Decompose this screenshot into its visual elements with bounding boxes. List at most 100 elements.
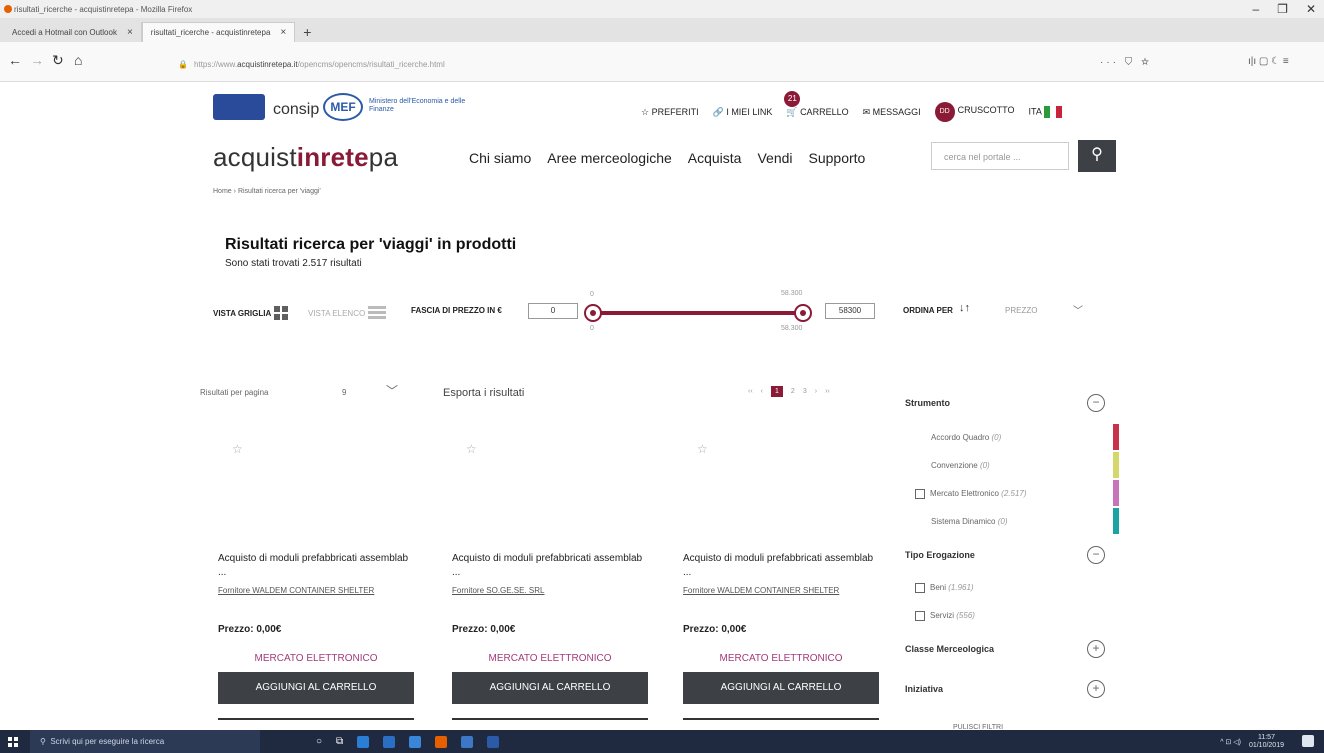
filter-servizi[interactable]: Servizi (556) — [915, 611, 975, 621]
minimize-icon[interactable]: – — [1252, 2, 1259, 16]
taskbar-search[interactable]: ⚲ Scrivi qui per eseguire la ricerca — [30, 730, 260, 753]
sort-icon[interactable]: ↓↑ — [959, 302, 970, 314]
rpp-select[interactable]: 9 — [342, 388, 346, 397]
imiei-link[interactable]: 🔗 I MIEI LINK — [713, 107, 773, 118]
close-tab-icon[interactable]: × — [127, 27, 133, 38]
tray-icons[interactable]: ^ ⊡ ◁) — [1220, 738, 1241, 746]
vista-griglia-button[interactable]: VISTA GRIGLIA — [213, 306, 289, 320]
favorite-star-icon[interactable]: ☆ — [232, 442, 243, 456]
filter-mercato-elettronico[interactable]: Mercato Elettronico (2.517) — [915, 489, 1027, 499]
nav-supporto[interactable]: Supporto — [809, 150, 866, 166]
top-header: consip MEF Ministero dell'Economia e del… — [213, 90, 1123, 124]
pager-first[interactable]: ‹‹ — [748, 388, 753, 395]
cortana-icon[interactable]: ○ — [316, 736, 322, 747]
filter-convenzione[interactable]: Convenzione (0) — [931, 461, 990, 470]
order-select[interactable]: PREZZO — [1005, 306, 1037, 315]
edge-icon[interactable] — [357, 735, 370, 748]
back-icon[interactable]: ← — [8, 52, 22, 68]
pager-prev[interactable]: ‹ — [761, 388, 763, 395]
filter-accordo-quadro[interactable]: Accordo Quadro (0) — [931, 433, 1001, 442]
tipo-toggle[interactable]: − — [1087, 546, 1105, 564]
strumento-toggle[interactable]: − — [1087, 394, 1105, 412]
nav-acquista[interactable]: Acquista — [688, 150, 742, 166]
classe-toggle[interactable]: + — [1087, 640, 1105, 658]
vista-elenco-button[interactable]: VISTA ELENCO — [308, 306, 387, 320]
cruscotto-link[interactable]: DD CRUSCOTTO — [934, 102, 1014, 122]
explorer-icon[interactable] — [383, 735, 396, 748]
add-to-cart-button[interactable]: AGGIUNGI AL CARRELLO — [452, 672, 648, 704]
color-bar — [1113, 480, 1119, 506]
close-tab-icon[interactable]: × — [280, 27, 286, 38]
filter-sistema-dinamico[interactable]: Sistema Dinamico (0) — [931, 517, 1007, 526]
nav-vendi[interactable]: Vendi — [757, 150, 792, 166]
pager: ‹‹ ‹ 1 2 3 › ›› — [748, 386, 830, 397]
price-slider[interactable]: 0 58.300 0 58.300 — [584, 290, 812, 332]
clock[interactable]: 11:57 01/10/2019 — [1249, 734, 1284, 750]
price-max-input[interactable]: 58300 — [825, 303, 875, 319]
add-to-cart-button[interactable]: AGGIUNGI AL CARRELLO — [218, 672, 414, 704]
tab-hotmail[interactable]: Accedi a Hotmail con Outlook × — [4, 22, 142, 42]
task-view-icon[interactable]: ⧉ — [336, 736, 343, 747]
brand-logo[interactable]: acquistinretepa — [213, 142, 398, 173]
product-title[interactable]: Acquisto di moduli prefabbricati assembl… — [452, 552, 648, 580]
maximize-icon[interactable]: ❐ — [1277, 2, 1288, 16]
url-bar[interactable]: 🔒 https://www.acquistinretepa.it/opencms… — [178, 54, 1188, 74]
tab-risultati[interactable]: risultati_ricerche - acquistinretepa × — [141, 22, 296, 42]
pagination-row: Risultati per pagina 9 ﹀ Esporta i risul… — [200, 382, 890, 402]
language-selector[interactable]: ITA — [1028, 106, 1062, 118]
carrello-link[interactable]: 21 🛒 CARRELLO — [784, 90, 849, 118]
iniziativa-heading: Iniziativa — [905, 684, 944, 694]
mef-logo[interactable]: MEF — [323, 93, 363, 121]
breadcrumb-home[interactable]: Home — [213, 188, 232, 195]
mef-subtitle: Ministero dell'Economia e delle Finanze — [369, 98, 466, 113]
messaggi-link[interactable]: ✉ MESSAGGI — [863, 107, 921, 118]
toolbar-icons[interactable]: ı|ı ▢ ☾ ≡ — [1248, 56, 1289, 67]
preferiti-link[interactable]: ☆ PREFERITI — [641, 107, 699, 118]
mail-icon[interactable] — [461, 735, 474, 748]
search-button[interactable]: ⚲ — [1078, 140, 1116, 172]
product-title[interactable]: Acquisto di moduli prefabbricati assembl… — [218, 552, 414, 580]
slider-min-handle[interactable] — [584, 304, 602, 322]
pager-page-1[interactable]: 1 — [771, 386, 783, 397]
firefox-icon[interactable] — [435, 735, 448, 748]
nav-chi-siamo[interactable]: Chi siamo — [469, 150, 531, 166]
close-window-icon[interactable]: ✕ — [1306, 2, 1316, 16]
url-actions[interactable]: ··· ⛉ ☆ — [1100, 57, 1152, 68]
search-input[interactable]: cerca nel portale ... — [931, 142, 1069, 170]
reload-icon[interactable]: ↻ — [52, 52, 64, 69]
product-supplier[interactable]: Fornitore SO.GE.SE. SRL — [452, 586, 544, 595]
chevron-down-icon[interactable]: ﹀ — [386, 382, 398, 399]
notification-icon[interactable] — [1302, 735, 1314, 747]
consip-logo-icon[interactable] — [213, 94, 265, 120]
forward-icon[interactable]: → — [30, 52, 44, 68]
consip-text[interactable]: consip — [273, 101, 319, 119]
windows-icon — [8, 736, 18, 747]
filter-sidebar: Strumento − Accordo Quadro (0) Convenzio… — [893, 382, 1133, 742]
slider-max-handle[interactable] — [794, 304, 812, 322]
iniziativa-toggle[interactable]: + — [1087, 680, 1105, 698]
favorite-star-icon[interactable]: ☆ — [466, 442, 477, 456]
pager-last[interactable]: ›› — [825, 388, 830, 395]
new-tab-button[interactable]: + — [295, 22, 319, 42]
product-title[interactable]: Acquisto di moduli prefabbricati assembl… — [683, 552, 879, 580]
product-supplier[interactable]: Fornitore WALDEM CONTAINER SHELTER — [683, 586, 839, 595]
favorite-star-icon[interactable]: ☆ — [697, 442, 708, 456]
product-price: Prezzo: 0,00€ — [218, 624, 282, 635]
product-supplier[interactable]: Fornitore WALDEM CONTAINER SHELTER — [218, 586, 374, 595]
add-to-cart-button[interactable]: AGGIUNGI AL CARRELLO — [683, 672, 879, 704]
pager-next[interactable]: › — [815, 388, 817, 395]
home-icon[interactable]: ⌂ — [74, 52, 82, 68]
nav-aree-merceologiche[interactable]: Aree merceologiche — [547, 150, 672, 166]
chevron-down-icon[interactable]: ﹀ — [1073, 302, 1083, 317]
breadcrumb: Home › Risultati ricerca per 'viaggi' — [213, 188, 321, 195]
start-button[interactable] — [0, 730, 26, 753]
store-icon[interactable] — [409, 735, 422, 748]
word-icon[interactable] — [487, 735, 500, 748]
pager-page-2[interactable]: 2 — [791, 388, 795, 395]
export-link[interactable]: Esporta i risultati — [443, 387, 524, 399]
product-price: Prezzo: 0,00€ — [683, 624, 747, 635]
price-min-input[interactable]: 0 — [528, 303, 578, 319]
filter-beni[interactable]: Beni (1.961) — [915, 583, 974, 593]
card-divider — [683, 718, 879, 720]
pager-page-3[interactable]: 3 — [803, 388, 807, 395]
